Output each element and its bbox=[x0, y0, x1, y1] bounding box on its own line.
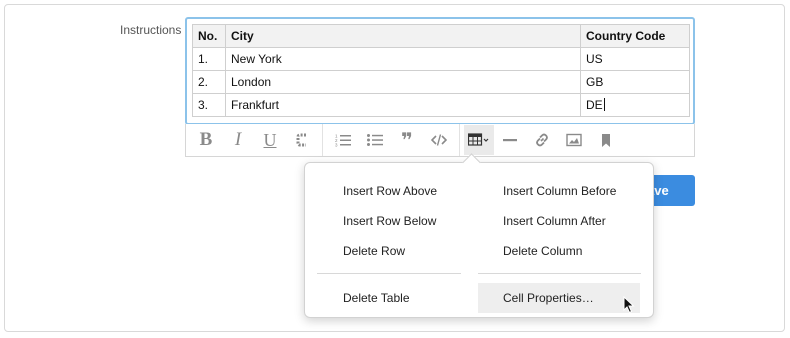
bold-icon[interactable]: B bbox=[190, 125, 222, 155]
table-cell[interactable]: Frankfurt bbox=[225, 93, 581, 117]
cell-text: DE bbox=[586, 98, 603, 112]
table-cell[interactable]: 3. bbox=[192, 93, 226, 117]
underline-icon[interactable]: U bbox=[254, 125, 286, 155]
ordered-list-icon[interactable]: 1 2 3 bbox=[327, 125, 359, 155]
image-icon[interactable] bbox=[558, 125, 590, 155]
bullet-list-icon[interactable] bbox=[359, 125, 391, 155]
table-row: 3. Frankfurt DE bbox=[192, 93, 690, 117]
table-cell[interactable]: 1. bbox=[192, 47, 226, 71]
toolbar-group-format: B I U bbox=[186, 124, 323, 156]
toolbar-group-blocks: 1 2 3 ❞ bbox=[323, 124, 460, 156]
header-cell-country-code[interactable]: Country Code bbox=[580, 24, 690, 48]
mouse-pointer-icon bbox=[623, 296, 635, 314]
table-icon[interactable] bbox=[464, 125, 494, 155]
field-label: Instructions bbox=[120, 23, 182, 37]
table-cell[interactable]: New York bbox=[225, 47, 581, 71]
table-cell[interactable]: GB bbox=[580, 70, 690, 94]
table-cell[interactable]: London bbox=[225, 70, 581, 94]
content-table[interactable]: No. City Country Code 1. New York US 2. … bbox=[192, 24, 690, 117]
menu-item-insert-row-above[interactable]: Insert Row Above bbox=[318, 176, 480, 206]
code-block-icon[interactable] bbox=[286, 125, 318, 155]
table-options-menu: Insert Row Above Insert Row Below Delete… bbox=[304, 153, 654, 318]
table-row: 1. New York US bbox=[192, 47, 690, 71]
table-cell-active[interactable]: DE bbox=[580, 93, 690, 117]
menu-divider bbox=[478, 273, 641, 274]
link-icon[interactable] bbox=[526, 125, 558, 155]
table-cell[interactable]: US bbox=[580, 47, 690, 71]
menu-item-delete-column[interactable]: Delete Column bbox=[478, 236, 640, 266]
toolbar-group-insert bbox=[460, 124, 626, 156]
italic-icon[interactable]: I bbox=[222, 125, 254, 155]
menu-item-delete-table[interactable]: Delete Table bbox=[318, 283, 480, 313]
table-header-row: No. City Country Code bbox=[192, 24, 690, 48]
menu-item-insert-row-below[interactable]: Insert Row Below bbox=[318, 206, 480, 236]
header-cell-city[interactable]: City bbox=[225, 24, 581, 48]
code-icon[interactable] bbox=[423, 125, 455, 155]
svg-text:3: 3 bbox=[335, 143, 338, 148]
rich-text-editor[interactable]: No. City Country Code 1. New York US 2. … bbox=[185, 17, 695, 125]
horizontal-rule-icon[interactable] bbox=[494, 125, 526, 155]
menu-item-cell-properties[interactable]: Cell Properties… bbox=[478, 283, 640, 313]
header-cell-no[interactable]: No. bbox=[192, 24, 226, 48]
menu-divider bbox=[317, 273, 461, 274]
text-caret bbox=[603, 98, 605, 111]
editor-toolbar: B I U 1 2 3 ❞ bbox=[185, 124, 695, 157]
table-cell[interactable]: 2. bbox=[192, 70, 226, 94]
table-row: 2. London GB bbox=[192, 70, 690, 94]
bookmark-icon[interactable] bbox=[590, 125, 622, 155]
menu-item-insert-column-before[interactable]: Insert Column Before bbox=[478, 176, 640, 206]
menu-item-insert-column-after[interactable]: Insert Column After bbox=[478, 206, 640, 236]
menu-item-delete-row[interactable]: Delete Row bbox=[318, 236, 480, 266]
blockquote-icon[interactable]: ❞ bbox=[391, 125, 423, 155]
